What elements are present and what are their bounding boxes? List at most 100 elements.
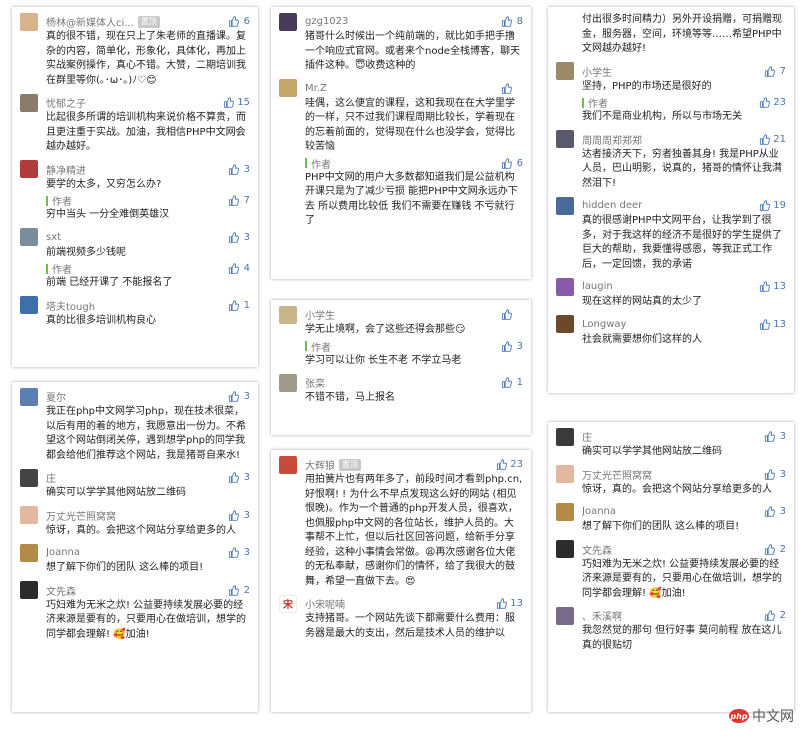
avatar[interactable]	[556, 540, 574, 558]
avatar[interactable]	[20, 581, 38, 599]
avatar[interactable]	[20, 506, 38, 524]
avatar[interactable]	[556, 196, 574, 215]
avatar[interactable]	[556, 277, 574, 296]
like-button[interactable]: 23	[496, 459, 523, 470]
commenter-name[interactable]: 万丈光芒照窝窝	[582, 467, 652, 482]
like-button[interactable]: 15	[223, 97, 250, 108]
avatar[interactable]	[556, 606, 574, 625]
reply-bar	[305, 341, 307, 351]
avatar[interactable]	[20, 387, 38, 406]
comment-text: 真的很感谢PHP中文网平台，让我学到了很多，对于我这样的经济不是很好的学生提供了…	[582, 215, 782, 270]
like-button[interactable]: 3	[228, 164, 250, 175]
avatar[interactable]	[556, 502, 574, 521]
commenter-name[interactable]: 静净精进	[46, 162, 86, 177]
commenter-name[interactable]: 周周周郑郑郑	[582, 132, 642, 147]
commenter-name[interactable]: 、禾溪啊	[582, 608, 622, 623]
commenter-name[interactable]: 大辉狼	[305, 457, 335, 472]
avatar[interactable]	[556, 130, 574, 148]
like-button[interactable]: 1	[501, 377, 523, 388]
avatar[interactable]	[20, 228, 38, 246]
comment-text: 用拍簧片也有两年多了，前段时间才看到php.cn,好恨啊! ! 为什么不早点发现…	[305, 474, 523, 587]
avatar[interactable]	[556, 62, 574, 80]
like-button[interactable]: 3	[228, 547, 250, 558]
like-button[interactable]: 3	[228, 510, 250, 521]
like-button[interactable]: 3	[228, 472, 250, 483]
commenter-name[interactable]: 庄	[582, 429, 592, 444]
author-reply: 作者 23 我们不是商业机构，所以与市场无关	[556, 95, 786, 125]
commenter-name[interactable]: Joanna	[582, 506, 616, 517]
like-button[interactable]: 3	[228, 391, 250, 402]
avatar[interactable]	[279, 12, 297, 31]
commenter-name[interactable]: 文先森	[46, 583, 76, 598]
commenter-name[interactable]: Joanna	[46, 547, 80, 558]
like-button[interactable]: 13	[759, 281, 786, 292]
like-button[interactable]: 2	[764, 544, 786, 555]
like-button[interactable]: 23	[759, 97, 786, 108]
comment-item: 小学生 7 坚持，PHP的市场还是很好的作者 23 我们不是商业机构，所以与市场无关	[556, 62, 786, 125]
comment-item: sxt 3 前端视频多少钱呢 作者 4 前端 已经开课了 不能报名了	[20, 228, 250, 291]
like-button[interactable]: 2	[764, 610, 786, 621]
avatar[interactable]	[279, 373, 297, 392]
like-button[interactable]: 6	[501, 158, 523, 169]
like-button[interactable]: 21	[759, 134, 786, 145]
avatar[interactable]	[556, 315, 574, 333]
comment-text: 我忽然觉的那句 但行好事 莫问前程 放在这儿真的很贴切	[582, 625, 782, 651]
like-button[interactable]: 3	[228, 232, 250, 243]
commenter-name[interactable]: 文先森	[582, 542, 612, 557]
like-button[interactable]: 8	[501, 16, 523, 27]
thumbs-up-icon	[764, 468, 775, 480]
commenter-name[interactable]: 小宋呢喃	[305, 596, 345, 611]
commenter-name[interactable]: sxt	[46, 232, 61, 243]
comment-item: gzg1023 8 猪哥什么时候出一个纯前端的，就比如手把手撸一个响应式官网。或者来…	[279, 12, 523, 74]
like-button[interactable]: 2	[228, 585, 250, 596]
like-button[interactable]: 13	[496, 598, 523, 609]
avatar[interactable]	[20, 543, 38, 562]
comment-header: laugin 13	[556, 277, 786, 296]
like-button[interactable]: 19	[759, 200, 786, 211]
commenter-name[interactable]: hidden deer	[582, 200, 642, 211]
avatar[interactable]	[20, 296, 38, 314]
comment-header: 周周周郑郑郑 21	[556, 130, 786, 148]
commenter-name[interactable]: Mr.Z	[305, 83, 327, 94]
avatar[interactable]	[556, 465, 574, 483]
commenter-name[interactable]: gzg1023	[305, 16, 348, 27]
comment-card: 杨林@新媒体人ci... 置顶 6 真的很不错，现在只上了朱老师的直播课。复杂的内容，…	[12, 7, 258, 367]
like-button[interactable]: 3	[501, 341, 523, 352]
like-button[interactable]: 4	[228, 263, 250, 274]
avatar[interactable]	[279, 79, 297, 97]
commenter-name[interactable]: 塔夫tough	[46, 298, 95, 313]
like-button[interactable]: 3	[764, 431, 786, 442]
commenter-name[interactable]: 夏尔	[46, 389, 66, 404]
thumbs-up-icon	[228, 509, 239, 521]
avatar[interactable]	[20, 93, 38, 112]
avatar[interactable]	[20, 160, 38, 178]
like-button[interactable]	[501, 309, 523, 320]
commenter-name[interactable]: Longway	[582, 319, 626, 330]
thumbs-up-icon	[228, 391, 239, 402]
avatar[interactable]: 宋	[279, 594, 297, 613]
commenter-name[interactable]: 小学生	[305, 307, 335, 322]
like-button[interactable]: 1	[228, 300, 250, 311]
avatar[interactable]	[20, 12, 38, 31]
like-button[interactable]: 6	[228, 16, 250, 27]
like-button[interactable]: 3	[764, 469, 786, 480]
commenter-name[interactable]: 庄	[46, 470, 56, 485]
commenter-name[interactable]: 小学生	[582, 64, 612, 79]
avatar[interactable]	[556, 427, 574, 446]
like-button[interactable]: 7	[764, 66, 786, 77]
comment-header: 静净精进 3	[20, 160, 250, 178]
commenter-name[interactable]: 张栾	[305, 375, 325, 390]
commenter-name[interactable]: 万丈光芒照窝窝	[46, 508, 116, 523]
avatar[interactable]	[279, 455, 297, 474]
commenter-name[interactable]: 杨林@新媒体人ci...	[46, 14, 134, 29]
like-button[interactable]: 3	[764, 506, 786, 517]
commenter-name[interactable]: 忧郁之子	[46, 95, 86, 110]
like-button[interactable]	[501, 82, 523, 94]
avatar[interactable]	[20, 468, 38, 487]
reply-text: PHP中文网的用户大多数都知道我们是公益机构 开课只是为了减少亏损 能把PHP中…	[305, 171, 518, 227]
avatar[interactable]	[279, 305, 297, 324]
comment-text: 坚持，PHP的市场还是很好的	[582, 80, 712, 92]
like-button[interactable]: 13	[759, 319, 786, 330]
commenter-name[interactable]: laugin	[582, 281, 613, 292]
like-button[interactable]: 7	[228, 195, 250, 206]
